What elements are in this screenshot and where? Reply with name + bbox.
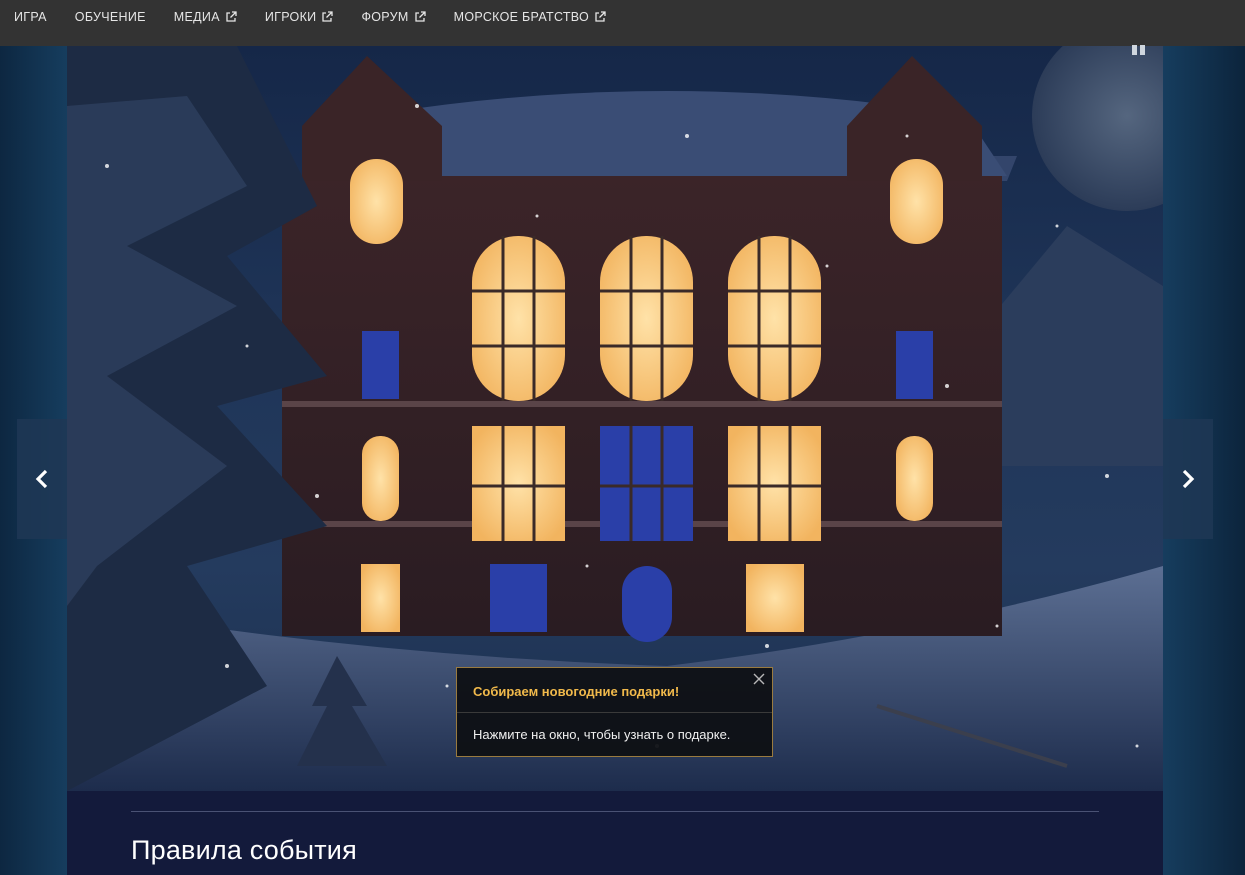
tooltip-title: Собираем новогодние подарки!: [457, 668, 772, 713]
nav-item-label: МЕДИА: [173, 10, 220, 24]
close-icon[interactable]: [752, 672, 766, 686]
nav-item-tutorial[interactable]: ОБУЧЕНИЕ: [75, 10, 146, 24]
external-link-icon: [414, 11, 426, 22]
nav-item-media[interactable]: МЕДИА: [174, 10, 237, 24]
nav-item-label: ИГРА: [14, 10, 47, 24]
gift-tooltip: Собираем новогодние подарки! Нажмите на …: [456, 667, 773, 757]
external-link-icon: [322, 11, 334, 22]
chevron-left-icon: [35, 469, 48, 489]
chevron-right-icon: [1182, 469, 1195, 489]
section-heading: Правила события: [131, 835, 357, 865]
top-nav: ИГРА ОБУЧЕНИЕ МЕДИА ИГРОКИ ФОРУМ МОРСКОЕ…: [0, 0, 1245, 46]
slider-next-button[interactable]: [1163, 419, 1213, 539]
nav-item-forum[interactable]: ФОРУМ: [361, 10, 426, 24]
event-content: Правила события: [67, 791, 1163, 875]
external-link-icon: [226, 11, 237, 22]
pause-icon[interactable]: [1132, 45, 1148, 57]
nav-item-label: ОБУЧЕНИЕ: [74, 10, 146, 24]
slider-prev-button[interactable]: [17, 419, 67, 539]
nav-item-label: МОРСКОЕ БРАТСТВО: [453, 10, 590, 24]
divider: [131, 811, 1099, 812]
moon: [1032, 46, 1163, 211]
nav-item-game[interactable]: ИГРА: [14, 10, 47, 24]
external-link-icon: [595, 11, 606, 22]
nav-item-players[interactable]: ИГРОКИ: [265, 10, 334, 24]
nav-item-label: ФОРУМ: [361, 10, 409, 24]
nav-item-label: ИГРОКИ: [264, 10, 317, 24]
nav-item-brotherhood[interactable]: МОРСКОЕ БРАТСТВО: [454, 10, 606, 24]
tooltip-body: Нажмите на окно, чтобы узнать о подарке.: [473, 727, 731, 742]
